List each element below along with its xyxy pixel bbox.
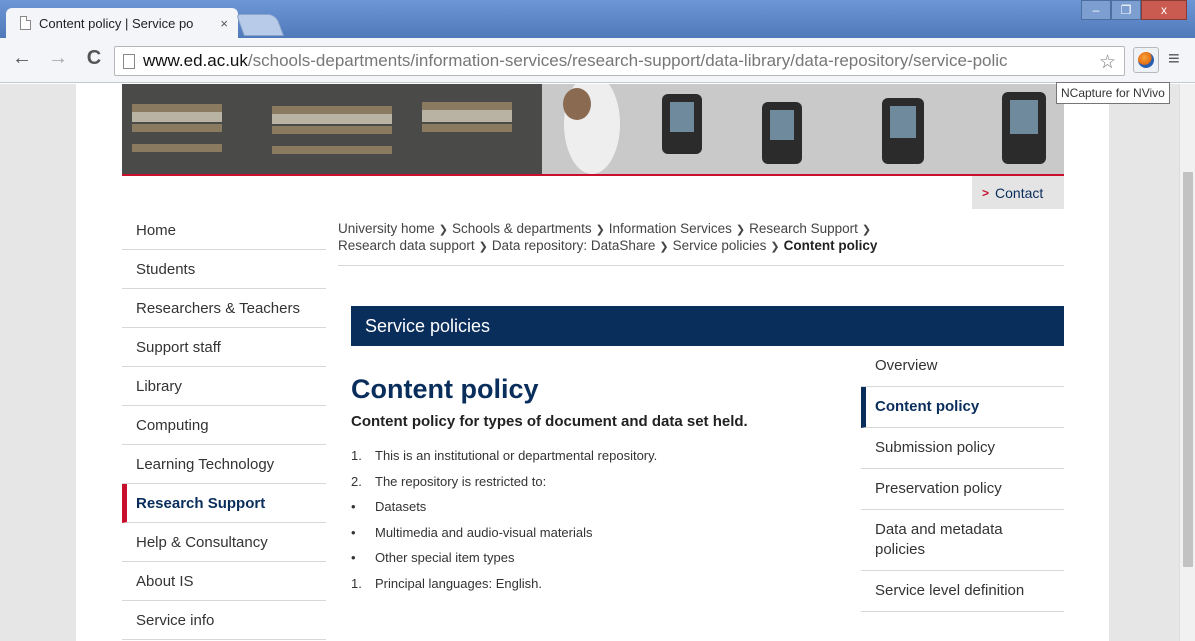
- nav-item-students[interactable]: Students: [122, 250, 326, 289]
- list-item-text: Multimedia and audio-visual materials: [375, 524, 593, 540]
- list-item: 2. The repository is restricted to:: [351, 469, 831, 495]
- bookmark-star-icon[interactable]: ☆: [1098, 51, 1116, 74]
- breadcrumb-separator-icon: ❯: [861, 224, 872, 236]
- list-item-text: Datasets: [375, 499, 427, 515]
- list-item-text: This is an institutional or departmental…: [375, 448, 658, 464]
- window-controls: – ❐ x: [1081, 0, 1187, 20]
- section-heading: Service policies: [351, 306, 1064, 346]
- url-domain: www.ed.ac.uk: [143, 51, 248, 70]
- list-marker: •: [351, 499, 356, 515]
- breadcrumb-separator-icon: ❯: [659, 241, 669, 253]
- nav-item-library[interactable]: Library: [122, 367, 326, 406]
- banner-image: [122, 84, 1064, 174]
- tab-title: Content policy | Service po: [39, 15, 194, 31]
- ncapture-extension-icon[interactable]: [1133, 47, 1159, 73]
- breadcrumb-link[interactable]: Schools & departments: [452, 221, 592, 236]
- browser-toolbar: ← → C www.ed.ac.uk/schools-departments/i…: [0, 38, 1195, 83]
- list-item: • Other special item types: [351, 545, 831, 571]
- breadcrumb-separator-icon: ❯: [770, 241, 780, 253]
- page-icon: [20, 16, 31, 30]
- breadcrumb-link[interactable]: Data repository: DataShare: [492, 238, 656, 253]
- list-item: 1. This is an institutional or department…: [351, 443, 831, 469]
- maximize-button[interactable]: ❐: [1111, 0, 1141, 20]
- subnav-item-overview[interactable]: Overview: [861, 346, 1064, 387]
- utility-bar: > Contact: [122, 176, 1064, 209]
- breadcrumb-link[interactable]: Research data support: [338, 238, 475, 253]
- breadcrumb-separator-icon: ❯: [438, 224, 448, 236]
- nav-item-support-staff[interactable]: Support staff: [122, 328, 326, 367]
- ncapture-logo-icon: [1138, 52, 1154, 68]
- reload-icon[interactable]: C: [82, 47, 106, 70]
- list-marker: 1.: [351, 448, 362, 464]
- list-item: • Datasets: [351, 494, 831, 520]
- contact-link[interactable]: > Contact: [972, 176, 1064, 209]
- close-window-button[interactable]: x: [1141, 0, 1187, 20]
- scrollbar-thumb[interactable]: [1183, 172, 1193, 567]
- list-item-text: The repository is restricted to:: [375, 473, 547, 489]
- list-marker: 2.: [351, 473, 362, 489]
- browser-titlebar: Content policy | Service po × – ❐ x: [0, 0, 1195, 38]
- list-marker: •: [351, 550, 356, 566]
- new-tab-button[interactable]: [235, 14, 285, 36]
- forward-arrow-icon[interactable]: →: [46, 47, 70, 70]
- breadcrumb-separator-icon: ❯: [595, 224, 605, 236]
- nav-item-learning-technology[interactable]: Learning Technology: [122, 445, 326, 484]
- list-item-text: Principal languages: English.: [375, 575, 542, 591]
- minimize-button[interactable]: –: [1081, 0, 1111, 20]
- breadcrumb-current: Content policy: [783, 238, 878, 253]
- list-item-text: Other special item types: [375, 550, 515, 566]
- url-path: /schools-departments/information-service…: [247, 51, 1008, 70]
- web-page: > Contact Home Students Researchers & Te…: [76, 84, 1109, 641]
- address-bar[interactable]: www.ed.ac.uk/schools-departments/informa…: [114, 46, 1125, 76]
- breadcrumb: University home ❯ Schools & departments ❯ In…: [338, 221, 1064, 266]
- left-navigation: Home Students Researchers & Teachers Sup…: [122, 211, 326, 640]
- list-item: 1. Principal languages: English.: [351, 571, 831, 597]
- list-marker: 1.: [351, 575, 362, 591]
- nav-item-research-support[interactable]: Research Support: [122, 484, 326, 523]
- breadcrumb-separator-icon: ❯: [478, 241, 488, 253]
- tab-close-icon[interactable]: ×: [220, 16, 228, 31]
- chrome-menu-icon[interactable]: ≡: [1168, 48, 1180, 71]
- nav-item-computing[interactable]: Computing: [122, 406, 326, 445]
- nav-item-researchers-teachers[interactable]: Researchers & Teachers: [122, 289, 326, 328]
- subnav-item-service-level-definition[interactable]: Service level definition: [861, 571, 1064, 612]
- chevron-right-icon: >: [982, 185, 990, 200]
- nav-item-help-consultancy[interactable]: Help & Consultancy: [122, 523, 326, 562]
- back-arrow-icon[interactable]: ←: [10, 47, 34, 70]
- subnav-item-content-policy[interactable]: Content policy: [861, 387, 1064, 428]
- service-policies-navigation: Overview Content policy Submission polic…: [861, 346, 1064, 612]
- breadcrumb-separator-icon: ❯: [735, 224, 746, 236]
- page-icon: [123, 53, 135, 69]
- page-viewport: > Contact Home Students Researchers & Te…: [0, 84, 1179, 641]
- main-content: Content policy Content policy for types …: [351, 374, 831, 596]
- page-lead: Content policy for types of document and…: [351, 413, 748, 430]
- subnav-item-submission-policy[interactable]: Submission policy: [861, 428, 1064, 469]
- breadcrumb-link[interactable]: Service policies: [673, 238, 767, 253]
- nav-item-home[interactable]: Home: [122, 211, 326, 250]
- breadcrumb-link[interactable]: Information Services: [609, 221, 732, 236]
- contact-label: Contact: [995, 184, 1044, 201]
- subnav-item-data-metadata-policies[interactable]: Data and metadata policies: [861, 510, 1064, 571]
- page-scrollbar[interactable]: [1179, 84, 1195, 641]
- subnav-item-preservation-policy[interactable]: Preservation policy: [861, 469, 1064, 510]
- list-marker: •: [351, 524, 356, 540]
- breadcrumb-link[interactable]: Research Support: [749, 221, 858, 236]
- page-title: Content policy: [351, 374, 539, 404]
- list-item: • Multimedia and audio-visual materials: [351, 520, 831, 546]
- extension-tooltip: NCapture for NVivo: [1056, 82, 1170, 104]
- nav-item-service-info[interactable]: Service info: [122, 601, 326, 640]
- browser-tab[interactable]: Content policy | Service po ×: [6, 8, 238, 38]
- nav-item-about-is[interactable]: About IS: [122, 562, 326, 601]
- breadcrumb-link[interactable]: University home: [338, 221, 435, 236]
